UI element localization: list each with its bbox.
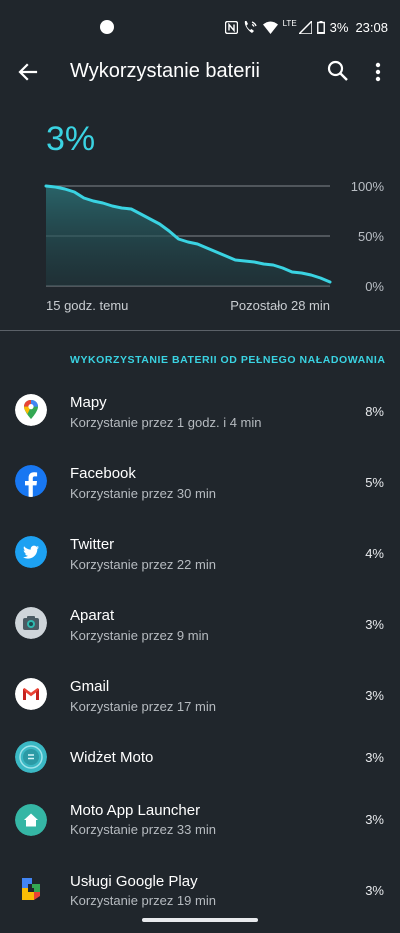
app-name: Mapy	[70, 394, 107, 411]
google-play-services-icon	[15, 873, 47, 905]
chart-y-tick-label: 50%	[358, 229, 384, 244]
app-row-facebook[interactable]: Facebook Korzystanie przez 30 min 5%	[0, 446, 400, 517]
app-row-gmail[interactable]: Gmail Korzystanie przez 17 min 3%	[0, 659, 400, 730]
app-name: Gmail	[70, 678, 110, 695]
gmail-icon	[15, 678, 47, 710]
app-row-widzet-moto[interactable]: Widżet Moto 3%	[0, 730, 400, 801]
app-row-aparat[interactable]: Aparat Korzystanie przez 9 min 3%	[0, 588, 400, 659]
status-icons: LTE 3% 23:08	[224, 18, 388, 36]
app-row-twitter[interactable]: Twitter Korzystanie przez 22 min 4%	[0, 517, 400, 588]
gesture-nav-handle[interactable]	[142, 918, 258, 922]
battery-usage-chart: 100% 50% 0%	[44, 179, 385, 294]
page-title: Wykorzystanie baterii	[70, 60, 260, 82]
app-usage-time: Korzystanie przez 17 min	[70, 699, 216, 714]
app-usage-time: Korzystanie przez 1 godz. i 4 min	[70, 415, 262, 430]
more-vert-icon[interactable]	[368, 58, 388, 86]
launcher-home-icon	[15, 804, 47, 836]
battery-icon	[316, 20, 325, 34]
app-percent: 5%	[365, 475, 384, 490]
battery-level: 3%	[46, 120, 96, 158]
app-percent: 3%	[365, 750, 384, 765]
app-name: Widżet Moto	[70, 749, 154, 766]
app-bar: Wykorzystanie baterii	[0, 52, 400, 92]
app-row-mapy[interactable]: Mapy Korzystanie przez 1 godz. i 4 min 8…	[0, 375, 400, 446]
facebook-icon	[15, 465, 47, 497]
search-icon[interactable]	[325, 58, 351, 84]
wifi-icon	[262, 21, 278, 34]
app-row-uslugi-google-play[interactable]: Usługi Google Play Korzystanie przez 19 …	[0, 862, 400, 933]
usage-section-header: WYKORZYSTANIE BATERII OD PEŁNEGO NAŁADOW…	[70, 354, 386, 366]
maps-icon	[15, 394, 47, 426]
app-name: Facebook	[70, 465, 136, 482]
moto-widget-icon	[15, 741, 47, 773]
app-percent: 3%	[365, 883, 384, 898]
app-usage-time: Korzystanie przez 30 min	[70, 486, 216, 501]
app-name: Usługi Google Play	[70, 873, 198, 890]
wifi-calling-icon	[244, 21, 257, 33]
battery-percent-text: 3%	[329, 19, 349, 35]
app-percent: 3%	[365, 812, 384, 827]
app-percent: 4%	[365, 546, 384, 561]
app-name: Moto App Launcher	[70, 802, 201, 819]
signal-icon	[298, 20, 312, 34]
front-camera-cutout	[100, 20, 114, 34]
app-usage-time: Korzystanie przez 22 min	[70, 557, 216, 572]
remaining-time-label: Pozostało 28 min	[230, 298, 330, 313]
app-name: Twitter	[70, 536, 115, 553]
camera-icon	[15, 607, 47, 639]
status-bar: LTE 3% 23:08	[0, 0, 400, 52]
app-percent: 8%	[365, 404, 384, 419]
chart-start-label: 15 godz. temu	[46, 298, 129, 313]
app-usage-time: Korzystanie przez 9 min	[70, 628, 209, 643]
app-percent: 3%	[365, 617, 384, 632]
app-name: Aparat	[70, 607, 115, 624]
app-percent: 3%	[365, 688, 384, 703]
twitter-icon	[15, 536, 47, 568]
arrow-back-icon[interactable]	[14, 58, 42, 86]
divider	[0, 330, 400, 331]
chart-y-tick-label: 0%	[365, 279, 384, 294]
lte-label: LTE	[282, 18, 297, 28]
app-usage-time: Korzystanie przez 19 min	[70, 893, 216, 908]
clock: 23:08	[355, 19, 388, 35]
nfc-icon	[224, 20, 238, 34]
chart-y-tick-label: 100%	[351, 179, 385, 194]
app-usage-time: Korzystanie przez 33 min	[70, 822, 216, 837]
